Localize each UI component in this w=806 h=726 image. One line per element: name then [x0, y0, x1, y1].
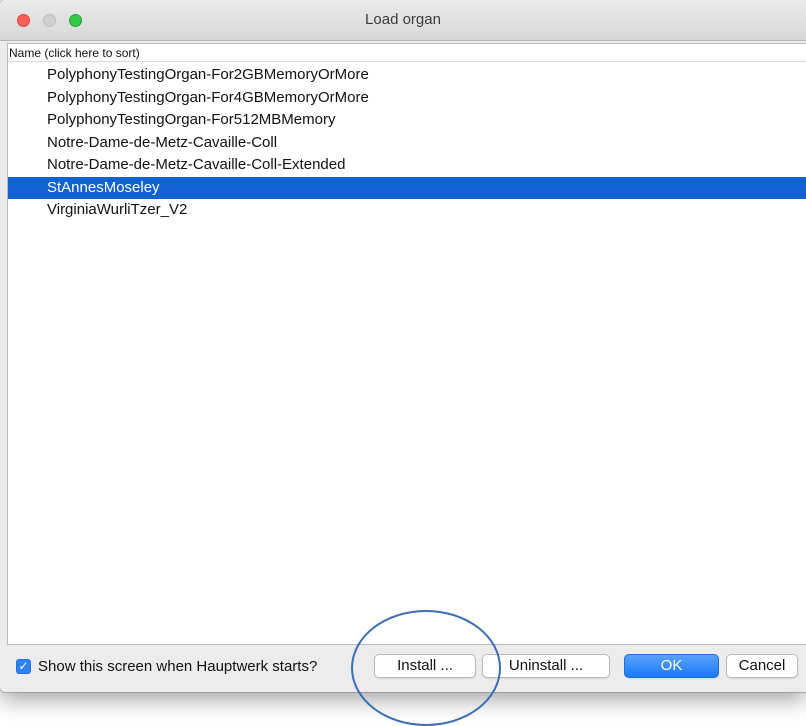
- organ-list-item[interactable]: PolyphonyTestingOrgan-For2GBMemoryOrMore: [8, 64, 806, 87]
- organ-list-body: PolyphonyTestingOrgan-For2GBMemoryOrMore…: [8, 64, 806, 222]
- load-organ-dialog: Load organ Name (click here to sort) Pol…: [0, 0, 806, 692]
- window-title: Load organ: [365, 11, 441, 28]
- organ-list-item[interactable]: PolyphonyTestingOrgan-For512MBMemory: [8, 109, 806, 132]
- cancel-button[interactable]: Cancel: [726, 654, 798, 678]
- organ-list-item[interactable]: PolyphonyTestingOrgan-For4GBMemoryOrMore: [8, 87, 806, 110]
- organ-list-item[interactable]: Notre-Dame-de-Metz-Cavaille-Coll-Extende…: [8, 154, 806, 177]
- uninstall-button[interactable]: Uninstall ...: [482, 654, 610, 678]
- install-button[interactable]: Install ...: [374, 654, 476, 678]
- show-on-start-label[interactable]: Show this screen when Hauptwerk starts?: [38, 658, 317, 675]
- show-on-start-checkbox[interactable]: ✓: [16, 659, 31, 674]
- title-bar[interactable]: Load organ: [0, 0, 806, 41]
- organ-list-item[interactable]: Notre-Dame-de-Metz-Cavaille-Coll: [8, 132, 806, 155]
- organ-list-item-selected[interactable]: StAnnesMoseley: [8, 176, 806, 199]
- organ-list[interactable]: Name (click here to sort) PolyphonyTesti…: [7, 43, 806, 645]
- name-column-header[interactable]: Name (click here to sort): [8, 44, 806, 62]
- dialog-footer: ✓ Show this screen when Hauptwerk starts…: [0, 645, 806, 692]
- organ-list-item[interactable]: VirginiaWurliTzer_V2: [8, 199, 806, 222]
- ok-button[interactable]: OK: [624, 654, 719, 678]
